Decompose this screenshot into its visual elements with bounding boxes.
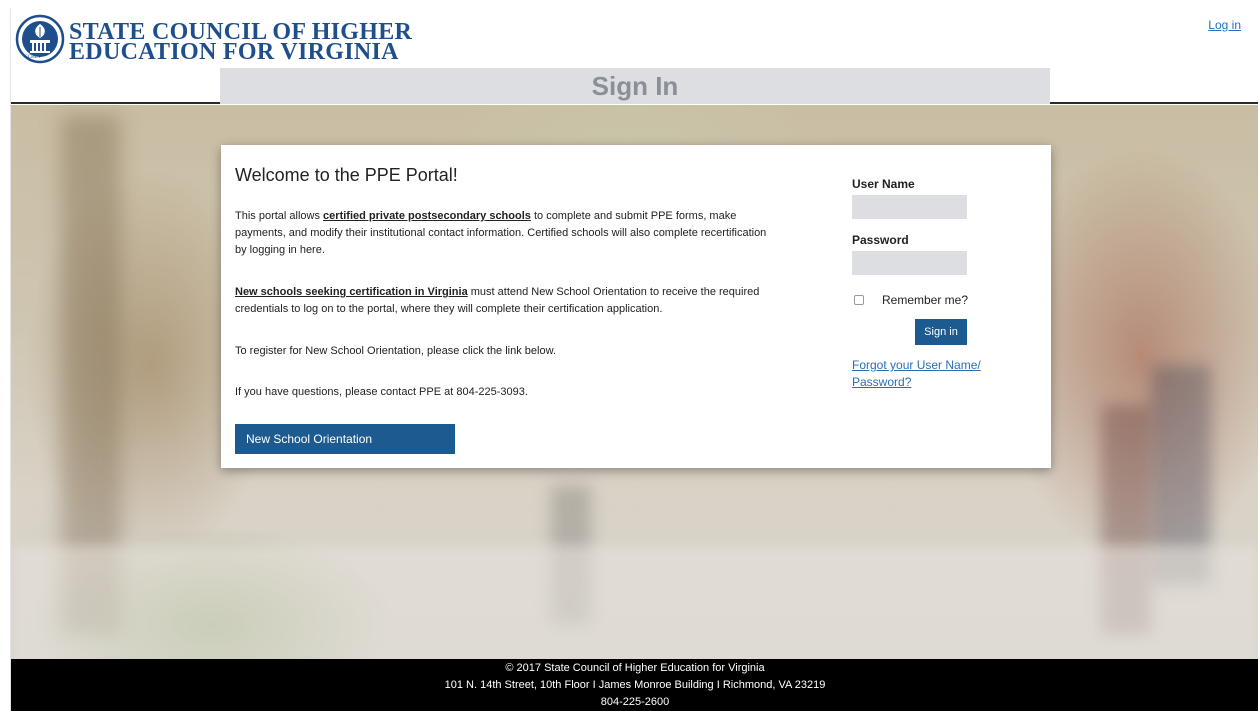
site-footer: © 2017 State Council of Higher Education… [11, 659, 1258, 711]
copyright-text: © 2017 State Council of Higher Education… [505, 662, 765, 674]
phone-text: 804-225-2600 [600, 696, 670, 708]
contact-paragraph: If you have questions, please contact PP… [235, 386, 528, 398]
schev-logo[interactable]: SCHEV STATE COUNCIL OF HIGHER EDUCATION … [15, 14, 412, 64]
schev-seal-icon: SCHEV [15, 14, 65, 64]
new-schools-paragraph: New schools seeking certification in Vir… [235, 284, 775, 318]
password-label: Password [852, 233, 909, 247]
logo-text: STATE COUNCIL OF HIGHER EDUCATION FOR VI… [69, 20, 412, 65]
username-label: User Name [852, 177, 915, 191]
intro-paragraph: This portal allows certified private pos… [235, 208, 775, 259]
forgot-credentials-link[interactable]: Forgot your User Name/ Password? [852, 357, 992, 391]
register-paragraph: To register for New School Orientation, … [235, 345, 556, 357]
site-header: SCHEV STATE COUNCIL OF HIGHER EDUCATION … [11, 8, 1258, 104]
seal-text: SCHEV [25, 55, 42, 60]
page-title: Sign In [220, 68, 1050, 104]
browser-page: SCHEV STATE COUNCIL OF HIGHER EDUCATION … [10, 8, 1258, 711]
logo-line-2: EDUCATION FOR VIRGINIA [69, 39, 399, 65]
remember-me-row: Remember me? [854, 293, 968, 307]
intro-text-pre: This portal allows [235, 210, 324, 222]
hero-background: Welcome to the PPE Portal! This portal a… [11, 105, 1258, 661]
background-path [11, 545, 1258, 661]
login-link[interactable]: Log in [1208, 18, 1241, 32]
new-schools-link[interactable]: New schools seeking certification in Vir… [235, 286, 468, 298]
remember-me-label[interactable]: Remember me? [882, 293, 968, 307]
welcome-card: Welcome to the PPE Portal! This portal a… [221, 145, 1051, 468]
address-text: 101 N. 14th Street, 10th Floor I James M… [444, 679, 826, 691]
new-school-orientation-button[interactable]: New School Orientation [235, 424, 455, 454]
sign-in-button[interactable]: Sign in [915, 319, 967, 345]
password-field[interactable] [852, 251, 967, 275]
certified-schools-link[interactable]: certified private postsecondary schools [323, 210, 531, 222]
welcome-heading: Welcome to the PPE Portal! [235, 165, 458, 185]
username-field[interactable] [852, 195, 967, 219]
checkbox-icon[interactable] [854, 295, 864, 305]
